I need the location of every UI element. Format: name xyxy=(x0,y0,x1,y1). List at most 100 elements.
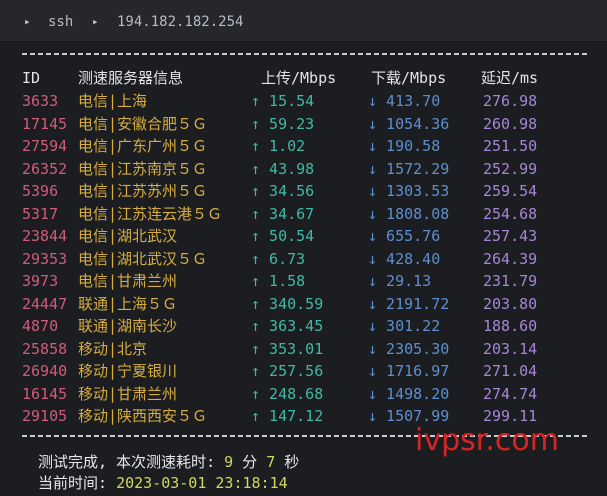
row-upload: ↑ 34.67 xyxy=(251,204,315,223)
row-download: ↓ 2305.30 xyxy=(368,339,450,358)
row-server-info: 电信|江苏连云港５Ｇ xyxy=(78,204,223,223)
row-server-info: 电信|安徽合肥５Ｇ xyxy=(78,114,208,133)
row-id: 24447 xyxy=(22,294,68,313)
row-server-info: 移动|陕西西安５Ｇ xyxy=(78,407,208,425)
row-server-info: 联通|湖南长沙 xyxy=(78,317,178,335)
row-server-info: 联通|上海５Ｇ xyxy=(78,294,178,313)
row-server-info: 电信|上海 xyxy=(78,92,148,110)
row-server-info: 电信|江苏苏州５Ｇ xyxy=(78,182,208,200)
row-download: ↓ 413.70 xyxy=(368,92,441,110)
row-download: ↓ 1303.53 xyxy=(368,182,450,200)
header-upload: 上传/Mbps xyxy=(261,69,337,87)
row-latency: 264.39 xyxy=(483,249,538,268)
table-row: 23844 电信|湖北武汉 ↑ 50.54 ↓ 655.76 257.43 xyxy=(0,225,607,247)
row-server-info: 电信|湖北武汉 xyxy=(78,227,178,245)
row-upload: ↑ 248.68 xyxy=(251,384,324,403)
terminal-tab-bar: ▸ ssh ▸ 194.182.182.254 xyxy=(0,0,607,42)
table-row: 29353 电信|湖北武汉５Ｇ ↑ 6.73 ↓ 428.40 264.39 xyxy=(0,248,607,270)
row-id: 26352 xyxy=(22,159,68,178)
row-latency: 271.04 xyxy=(483,362,538,380)
header-download: 下载/Mbps xyxy=(371,69,447,87)
row-download: ↓ 428.40 xyxy=(368,249,441,268)
row-id: 16145 xyxy=(22,384,68,403)
header-id: ID xyxy=(22,69,41,87)
table-row: 16145 移动|甘肃兰州 ↑ 248.68 ↓ 1498.20 274.74 xyxy=(0,383,607,405)
row-upload: ↑ 50.54 xyxy=(251,227,315,245)
row-download: ↓ 29.13 xyxy=(368,272,432,290)
row-server-info: 移动|宁夏银川 xyxy=(78,362,178,380)
row-server-info: 电信|湖北武汉５Ｇ xyxy=(78,249,208,268)
row-server-info: 移动|北京 xyxy=(78,339,148,358)
row-latency: 252.99 xyxy=(483,159,538,178)
header-latency: 延迟/ms xyxy=(481,69,539,87)
row-id: 3633 xyxy=(22,92,59,110)
row-latency: 203.14 xyxy=(483,339,538,358)
row-id: 3973 xyxy=(22,272,59,290)
elapsed-minutes: 9 xyxy=(224,453,234,471)
row-latency: 257.43 xyxy=(483,227,538,245)
current-time-label: 当前时间: xyxy=(38,474,117,492)
table-row: 3973 电信|甘肃兰州 ↑ 1.58 ↓ 29.13 231.79 xyxy=(0,270,607,292)
table-row: 25858 移动|北京 ↑ 353.01 ↓ 2305.30 203.14 xyxy=(0,338,607,360)
row-id: 5317 xyxy=(22,204,59,223)
current-time-value: 2023-03-01 23:18:14 xyxy=(116,474,288,492)
row-latency: 276.98 xyxy=(483,92,538,110)
row-id: 5396 xyxy=(22,182,59,200)
header-server-info: 测速服务器信息 xyxy=(78,69,184,87)
row-id: 4870 xyxy=(22,317,59,335)
table-row: 26940 移动|宁夏银川 ↑ 257.56 ↓ 1716.97 271.04 xyxy=(0,360,607,382)
row-latency: 259.54 xyxy=(483,182,538,200)
row-server-info: 电信|广东广州５Ｇ xyxy=(78,137,208,155)
breadcrumb-arrow-icon: ▸ xyxy=(24,15,31,28)
current-time-line: 当前时间: 2023-03-01 23:18:14 xyxy=(38,472,288,494)
row-id: 29353 xyxy=(22,249,68,268)
row-server-info: 电信|江苏南京５Ｇ xyxy=(78,159,208,178)
row-upload: ↑ 147.12 xyxy=(251,407,324,425)
row-upload: ↑ 1.02 xyxy=(251,137,306,155)
table-row: 26352 电信|江苏南京５Ｇ ↑ 43.98 ↓ 1572.29 252.99 xyxy=(0,158,607,180)
row-download: ↓ 1572.29 xyxy=(368,159,450,178)
elapsed-label: 测试完成, 本次测速耗时: xyxy=(38,453,225,471)
row-download: ↓ 655.76 xyxy=(368,227,441,245)
row-download: ↓ 1054.36 xyxy=(368,114,450,133)
table-row: 27594 电信|广东广州５Ｇ ↑ 1.02 ↓ 190.58 251.50 xyxy=(0,135,607,157)
row-latency: 188.60 xyxy=(483,317,538,335)
row-upload: ↑ 15.54 xyxy=(251,92,315,110)
row-download: ↓ 190.58 xyxy=(368,137,441,155)
table-row: 4870 联通|湖南长沙 ↑ 363.45 ↓ 301.22 188.60 xyxy=(0,315,607,337)
row-download: ↓ 301.22 xyxy=(368,317,441,335)
seconds-unit: 秒 xyxy=(275,453,300,471)
row-server-info: 电信|甘肃兰州 xyxy=(78,272,178,290)
breadcrumb-host[interactable]: 194.182.182.254 xyxy=(117,13,243,31)
row-id: 27594 xyxy=(22,137,68,155)
row-upload: ↑ 43.98 xyxy=(251,159,315,178)
table-header: ID 测速服务器信息 上传/Mbps 下载/Mbps 延迟/ms xyxy=(0,67,607,89)
row-latency: 254.68 xyxy=(483,204,538,223)
breadcrumb-ssh[interactable]: ssh xyxy=(48,13,73,31)
row-id: 25858 xyxy=(22,339,68,358)
row-latency: 251.50 xyxy=(483,137,538,155)
table-row: 5396 电信|江苏苏州５Ｇ ↑ 34.56 ↓ 1303.53 259.54 xyxy=(0,180,607,202)
breadcrumb-arrow-icon: ▸ xyxy=(92,15,99,28)
row-upload: ↑ 257.56 xyxy=(251,362,324,380)
row-server-info: 移动|甘肃兰州 xyxy=(78,384,178,403)
row-upload: ↑ 6.73 xyxy=(251,249,306,268)
row-latency: 260.98 xyxy=(483,114,538,133)
row-download: ↓ 1498.20 xyxy=(368,384,450,403)
row-download: ↓ 2191.72 xyxy=(368,294,450,313)
row-upload: ↑ 353.01 xyxy=(251,339,324,358)
row-download: ↓ 1716.97 xyxy=(368,362,450,380)
table-row: 3633 电信|上海 ↑ 15.54 ↓ 413.70 276.98 xyxy=(0,90,607,112)
row-upload: ↑ 59.23 xyxy=(251,114,315,133)
elapsed-line: 测试完成, 本次测速耗时: 9 分 7 秒 xyxy=(38,451,299,473)
divider-top xyxy=(22,53,587,55)
row-latency: 231.79 xyxy=(483,272,538,290)
row-id: 23844 xyxy=(22,227,68,245)
row-id: 17145 xyxy=(22,114,68,133)
row-upload: ↑ 1.58 xyxy=(251,272,306,290)
row-upload: ↑ 34.56 xyxy=(251,182,315,200)
row-id: 26940 xyxy=(22,362,68,380)
row-id: 29105 xyxy=(22,407,68,425)
minutes-unit: 分 xyxy=(233,453,267,471)
row-upload: ↑ 340.59 xyxy=(251,294,324,313)
